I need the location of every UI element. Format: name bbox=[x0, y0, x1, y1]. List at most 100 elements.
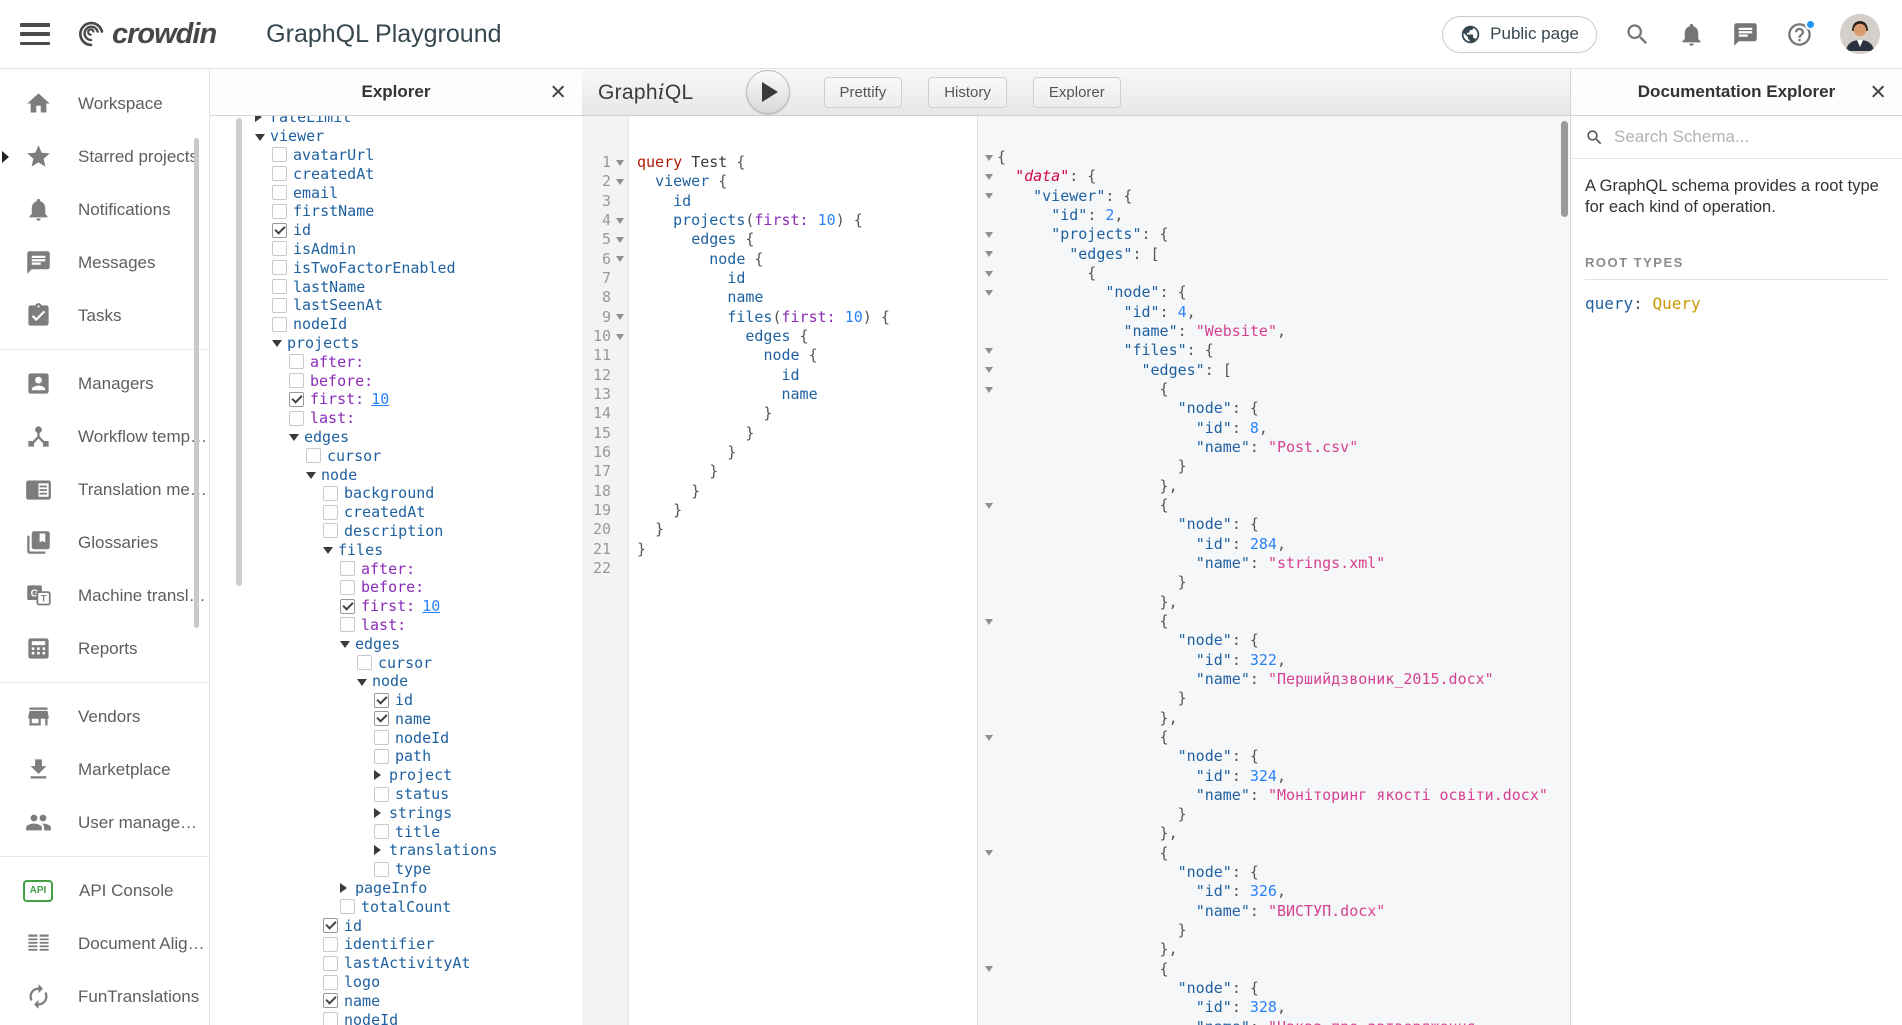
expand-arrow-icon[interactable] bbox=[374, 770, 381, 780]
fold-arrow-icon[interactable] bbox=[981, 283, 997, 302]
sidebar-item-translation-memori[interactable]: Translation memori... bbox=[0, 463, 209, 516]
sidebar-item-vendors[interactable]: Vendors bbox=[0, 690, 209, 743]
tree-row-avatarurl[interactable]: avatarUrl bbox=[255, 146, 582, 165]
hamburger-menu-icon[interactable] bbox=[20, 23, 50, 45]
checkbox[interactable] bbox=[272, 147, 287, 162]
tree-row-createdat[interactable]: createdAt bbox=[255, 503, 582, 522]
sidebar-item-messages[interactable]: Messages bbox=[0, 236, 209, 289]
checkbox[interactable] bbox=[323, 1012, 338, 1025]
fold-arrow-icon[interactable] bbox=[981, 167, 997, 186]
tree-row-viewer[interactable]: viewer bbox=[255, 127, 582, 146]
checkbox[interactable] bbox=[323, 505, 338, 520]
checkbox[interactable] bbox=[340, 617, 355, 632]
fold-arrow-icon[interactable] bbox=[981, 187, 997, 206]
tree-row-ratelimit[interactable]: rateLimit bbox=[255, 116, 582, 127]
expand-arrow-icon[interactable] bbox=[374, 845, 381, 855]
tree-row-after[interactable]: after: bbox=[255, 559, 582, 578]
explorer-toggle-button[interactable]: Explorer bbox=[1033, 77, 1121, 108]
checkbox[interactable] bbox=[323, 975, 338, 990]
fold-arrow-icon[interactable] bbox=[981, 496, 997, 515]
fold-arrow-icon[interactable] bbox=[611, 153, 629, 172]
checkbox[interactable] bbox=[340, 899, 355, 914]
fold-arrow-icon[interactable] bbox=[981, 148, 997, 167]
checkbox[interactable] bbox=[323, 956, 338, 971]
fold-arrow-icon[interactable] bbox=[981, 612, 997, 631]
fold-arrow-icon[interactable] bbox=[981, 728, 997, 747]
checkbox[interactable] bbox=[306, 448, 321, 463]
checkbox[interactable] bbox=[272, 185, 287, 200]
checkbox[interactable] bbox=[374, 787, 389, 802]
checkbox[interactable] bbox=[340, 561, 355, 576]
checkbox-checked[interactable] bbox=[289, 392, 304, 407]
crowdin-logo[interactable]: crowdin bbox=[74, 17, 216, 51]
tree-row-identifier[interactable]: identifier bbox=[255, 935, 582, 954]
checkbox[interactable] bbox=[323, 937, 338, 952]
tree-row-projects[interactable]: projects bbox=[255, 334, 582, 353]
fold-arrow-icon[interactable] bbox=[611, 308, 629, 327]
explorer-close-icon[interactable]: × bbox=[550, 79, 566, 106]
checkbox-checked[interactable] bbox=[272, 223, 287, 238]
tree-row-path[interactable]: path bbox=[255, 747, 582, 766]
fold-arrow-icon[interactable] bbox=[981, 225, 997, 244]
result-viewer[interactable]: { "data": { "viewer": { "id": 2, "projec… bbox=[977, 116, 1570, 1025]
tree-row-before[interactable]: before: bbox=[255, 371, 582, 390]
sidebar-item-notifications[interactable]: Notifications bbox=[0, 183, 209, 236]
sidebar-scrollbar[interactable] bbox=[194, 138, 199, 628]
tree-row-strings[interactable]: strings bbox=[255, 803, 582, 822]
checkbox[interactable] bbox=[272, 204, 287, 219]
fold-arrow-icon[interactable] bbox=[981, 341, 997, 360]
tree-row-id[interactable]: id bbox=[255, 916, 582, 935]
fold-arrow-icon[interactable] bbox=[611, 327, 629, 346]
schema-search-field[interactable]: Search Schema... bbox=[1571, 116, 1902, 159]
fold-arrow-icon[interactable] bbox=[611, 230, 629, 249]
prettify-button[interactable]: Prettify bbox=[824, 77, 903, 108]
argument-value[interactable]: 10 bbox=[422, 597, 440, 615]
tree-row-translations[interactable]: translations bbox=[255, 841, 582, 860]
sidebar-item-workspace[interactable]: Workspace bbox=[0, 77, 209, 130]
messages-chat-icon[interactable] bbox=[1732, 21, 1759, 48]
fold-arrow-icon[interactable] bbox=[611, 211, 629, 230]
tree-row-cursor[interactable]: cursor bbox=[255, 446, 582, 465]
search-icon[interactable] bbox=[1624, 21, 1651, 48]
tree-row-edges[interactable]: edges bbox=[255, 428, 582, 447]
tree-row-type[interactable]: type bbox=[255, 860, 582, 879]
tree-row-totalcount[interactable]: totalCount bbox=[255, 897, 582, 916]
tree-row-istwofactorenabled[interactable]: isTwoFactorEnabled bbox=[255, 258, 582, 277]
checkbox[interactable] bbox=[272, 166, 287, 181]
collapse-arrow-icon[interactable] bbox=[357, 679, 367, 686]
tree-row-firstname[interactable]: firstName bbox=[255, 202, 582, 221]
checkbox[interactable] bbox=[289, 354, 304, 369]
tree-row-node[interactable]: node bbox=[255, 465, 582, 484]
tree-row-last[interactable]: last: bbox=[255, 409, 582, 428]
query-field-link[interactable]: query bbox=[1585, 294, 1633, 313]
collapse-arrow-icon[interactable] bbox=[289, 434, 299, 441]
history-button[interactable]: History bbox=[928, 77, 1007, 108]
tree-row-pageinfo[interactable]: pageInfo bbox=[255, 879, 582, 898]
checkbox[interactable] bbox=[323, 523, 338, 538]
tree-row-background[interactable]: background bbox=[255, 484, 582, 503]
sidebar-item-workflow-templates[interactable]: Workflow templates bbox=[0, 410, 209, 463]
tree-row-files[interactable]: files bbox=[255, 540, 582, 559]
checkbox[interactable] bbox=[289, 411, 304, 426]
user-avatar[interactable] bbox=[1840, 14, 1880, 54]
checkbox-checked[interactable] bbox=[340, 599, 355, 614]
tree-row-first[interactable]: first:10 bbox=[255, 597, 582, 616]
sidebar-item-machine-translation[interactable]: GTMachine translation bbox=[0, 569, 209, 622]
checkbox-checked[interactable] bbox=[323, 993, 338, 1008]
explorer-scrollbar[interactable] bbox=[236, 118, 242, 586]
collapse-arrow-icon[interactable] bbox=[323, 547, 333, 554]
tree-row-nodeid[interactable]: nodeId bbox=[255, 1010, 582, 1025]
tree-row-status[interactable]: status bbox=[255, 785, 582, 804]
tree-row-email[interactable]: email bbox=[255, 183, 582, 202]
tree-row-last[interactable]: last: bbox=[255, 616, 582, 635]
public-page-button[interactable]: Public page bbox=[1442, 16, 1597, 53]
tree-row-lastname[interactable]: lastName bbox=[255, 277, 582, 296]
checkbox[interactable] bbox=[272, 317, 287, 332]
expand-arrow-icon[interactable] bbox=[340, 883, 347, 893]
collapse-arrow-icon[interactable] bbox=[272, 340, 282, 347]
sidebar-item-tasks[interactable]: Tasks bbox=[0, 289, 209, 342]
checkbox-checked[interactable] bbox=[374, 693, 389, 708]
tree-row-cursor[interactable]: cursor bbox=[255, 653, 582, 672]
query-type-link[interactable]: Query bbox=[1652, 294, 1700, 313]
argument-value[interactable]: 10 bbox=[371, 390, 389, 408]
